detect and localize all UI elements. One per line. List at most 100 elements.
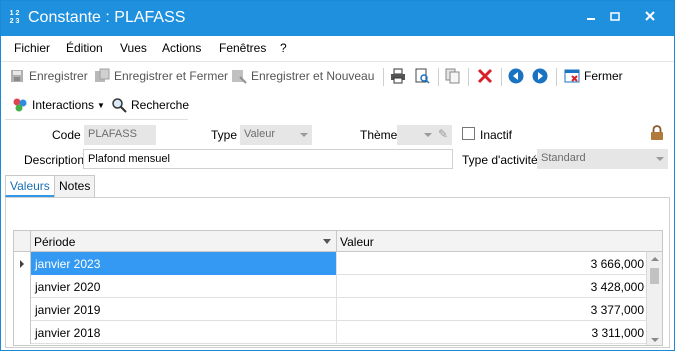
constante-app-icon: 1 2 2 3: [9, 10, 20, 25]
save-new-icon: [231, 68, 247, 84]
lock-icon: [650, 125, 664, 141]
cell-value[interactable]: 3 428,000: [337, 275, 648, 298]
scrollbar-thumb[interactable]: [650, 268, 659, 284]
cell-period[interactable]: janvier 2020: [31, 275, 337, 298]
save-icon: [9, 68, 25, 84]
main-toolbar: Enregistrer Enregistrer et Fermer Enregi…: [1, 61, 674, 89]
arrow-left-circle-icon: [508, 68, 524, 84]
save-label: Enregistrer: [29, 69, 88, 83]
next-button[interactable]: [532, 67, 548, 85]
menu-actions[interactable]: Actions: [162, 41, 201, 55]
arrow-right-circle-icon: [532, 68, 548, 84]
sort-descending-icon: [323, 239, 331, 244]
toolbar-separator: [468, 68, 469, 86]
maximize-icon[interactable]: [607, 10, 623, 26]
interactions-label: Interactions: [32, 98, 95, 112]
toolbar-separator: [438, 68, 439, 86]
previous-button[interactable]: [508, 67, 524, 85]
column-header-valeur[interactable]: Valeur: [337, 231, 648, 252]
tab-notes[interactable]: Notes: [54, 175, 96, 197]
copy-button[interactable]: [445, 67, 461, 85]
chevron-down-icon: [300, 133, 308, 137]
type-label: Type: [211, 128, 238, 142]
close-form-icon: [564, 68, 580, 84]
print-preview-button[interactable]: [414, 67, 430, 85]
activity-type-value: Standard: [541, 152, 586, 164]
column-periode-label: Période: [34, 235, 76, 249]
grid-vertical-scrollbar[interactable]: [646, 252, 662, 345]
chevron-down-icon: [424, 133, 432, 137]
print-button[interactable]: [390, 67, 406, 85]
search-button[interactable]: Recherche: [111, 96, 189, 114]
window-title: Constante : PLAFASS: [28, 9, 186, 26]
grid-header: Période Valeur: [14, 231, 662, 252]
close-window-icon[interactable]: [642, 10, 658, 26]
save-close-button[interactable]: Enregistrer et Fermer: [94, 67, 228, 85]
inactive-checkbox[interactable]: [462, 127, 475, 140]
title-bar[interactable]: 1 2 2 3 Constante : PLAFASS: [1, 1, 674, 36]
table-row[interactable]: janvier 2020 3 428,000: [14, 275, 648, 298]
tab-valeurs[interactable]: Valeurs: [5, 175, 55, 197]
save-button[interactable]: Enregistrer: [9, 67, 88, 85]
cell-period[interactable]: janvier 2019: [31, 298, 337, 321]
menu-fichier[interactable]: Fichier: [14, 41, 50, 55]
delete-x-icon: [477, 68, 493, 84]
theme-label: Thème: [360, 128, 398, 142]
menu-fenetres[interactable]: Fenêtres: [219, 41, 266, 55]
close-label: Fermer: [584, 69, 623, 83]
save-new-label: Enregistrer et Nouveau: [251, 69, 375, 83]
activity-type-label: Type d'activité: [462, 153, 538, 167]
interactions-icon: [12, 97, 28, 113]
activity-type-select[interactable]: Standard: [537, 149, 668, 169]
description-field[interactable]: Plafond mensuel: [83, 149, 453, 169]
current-row-indicator-icon: [20, 260, 24, 268]
tab-strip: Valeurs Notes: [5, 175, 670, 197]
code-field[interactable]: PLAFASS: [84, 125, 156, 145]
delete-button[interactable]: [477, 67, 493, 85]
pencil-icon: ✎: [437, 127, 448, 141]
cell-value[interactable]: 3 311,000: [337, 321, 648, 344]
row-header-corner: [14, 231, 31, 252]
type-value: Valeur: [244, 128, 275, 140]
minimize-icon[interactable]: [583, 10, 599, 26]
chevron-down-icon: [656, 157, 664, 161]
row-header[interactable]: [14, 298, 31, 321]
save-close-icon: [94, 68, 110, 84]
menu-vues[interactable]: Vues: [120, 41, 147, 55]
toolbar-separator: [501, 68, 502, 86]
table-row[interactable]: janvier 2019 3 377,000: [14, 298, 648, 321]
scroll-up-icon[interactable]: [651, 257, 659, 261]
copy-icon: [445, 68, 461, 84]
print-preview-icon: [414, 68, 430, 84]
cell-period[interactable]: janvier 2023: [31, 252, 337, 275]
save-close-label: Enregistrer et Fermer: [114, 69, 229, 83]
description-label: Description: [24, 153, 85, 167]
constante-window: 1 2 2 3 Constante : PLAFASS Fichier Édit…: [0, 0, 675, 351]
type-select[interactable]: Valeur: [240, 125, 312, 145]
column-header-periode[interactable]: Période: [31, 231, 337, 252]
menu-bar: Fichier Édition Vues Actions Fenêtres ?: [1, 36, 674, 60]
row-header[interactable]: [14, 321, 31, 344]
column-valeur-label: Valeur: [340, 235, 374, 249]
close-button[interactable]: Fermer: [564, 67, 623, 85]
table-row[interactable]: janvier 2023 3 666,000: [14, 252, 648, 275]
menu-help[interactable]: ?: [280, 41, 287, 55]
printer-icon: [390, 68, 406, 84]
values-grid: Période Valeur janvier 2023 3 666,000 ja…: [13, 230, 663, 346]
save-new-button[interactable]: Enregistrer et Nouveau: [231, 67, 374, 85]
cell-value[interactable]: 3 377,000: [337, 298, 648, 321]
row-header[interactable]: [14, 275, 31, 298]
theme-select[interactable]: ✎: [397, 125, 452, 145]
code-label: Code: [52, 128, 81, 142]
table-row[interactable]: janvier 2018 3 311,000: [14, 321, 648, 344]
toolbar-separator: [556, 68, 557, 86]
menu-edition[interactable]: Édition: [66, 41, 103, 55]
scroll-down-icon[interactable]: [651, 338, 659, 342]
cell-period[interactable]: janvier 2018: [31, 321, 337, 344]
search-icon: [111, 97, 127, 113]
row-header[interactable]: [14, 252, 31, 275]
cell-value[interactable]: 3 666,000: [337, 252, 648, 275]
toolbar-divider: [5, 119, 188, 120]
toolbar-separator: [383, 68, 384, 86]
interactions-button[interactable]: Interactions ▼: [12, 96, 105, 114]
